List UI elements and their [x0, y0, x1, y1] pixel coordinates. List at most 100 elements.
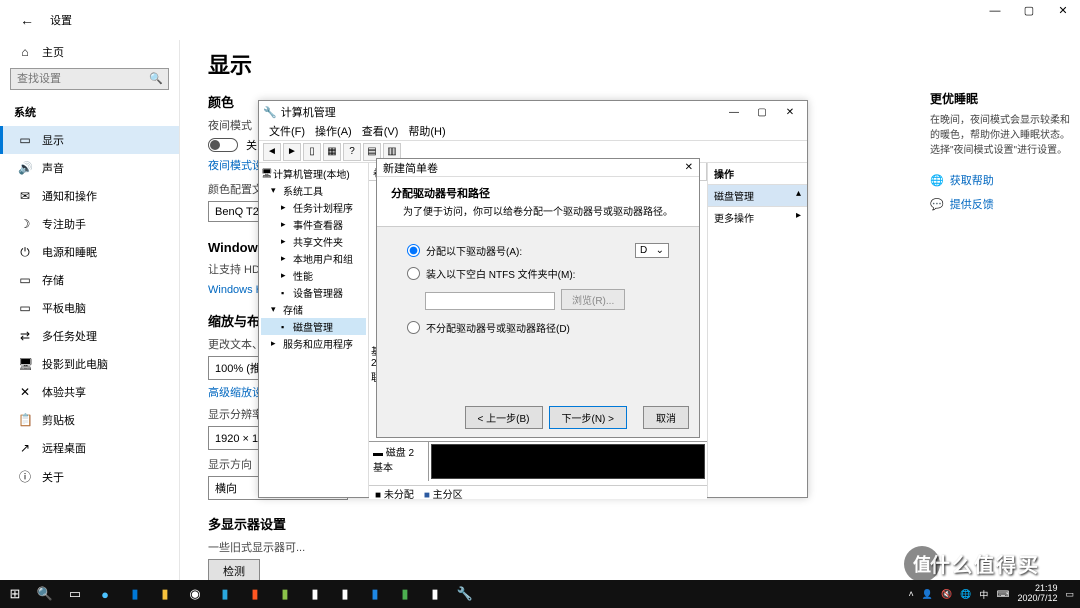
sidebar-item-remote[interactable]: ↗远程桌面 [0, 434, 179, 462]
minimize-button[interactable]: — [721, 107, 747, 118]
tb-back[interactable]: ◄ [263, 143, 281, 161]
sidebar-item-display[interactable]: ▭显示 [0, 126, 179, 154]
notification-icon[interactable]: ▭ [1065, 589, 1074, 600]
sidebar-item-about[interactable]: ⓘ关于 [0, 462, 179, 491]
sidebar-item-focus[interactable]: ☽专注助手 [0, 210, 179, 238]
search-icon[interactable]: 🔍 [30, 580, 60, 608]
tree-root[interactable]: 🖥计算机管理(本地) [261, 165, 366, 182]
search-input[interactable] [10, 68, 169, 90]
tb-up[interactable]: ▯ [303, 143, 321, 161]
tb-refresh[interactable]: ? [343, 143, 361, 161]
app4-icon[interactable]: ▮ [300, 580, 330, 608]
tray-ime-icon[interactable]: 中 [979, 588, 988, 601]
tb-prop[interactable]: ▦ [323, 143, 341, 161]
sidebar-item-share[interactable]: ✕体验共享 [0, 378, 179, 406]
sidebar-item-sound[interactable]: 🔊声音 [0, 154, 179, 182]
app8-icon[interactable]: ▮ [420, 580, 450, 608]
menu-help[interactable]: 帮助(H) [404, 123, 449, 140]
taskbar-clock[interactable]: 21:19 2020/7/12 [1017, 584, 1057, 604]
mgmt-taskbar-icon[interactable]: 🔧 [450, 580, 480, 608]
actions-header: 操作 [708, 163, 807, 185]
mgmt-tree: 🖥计算机管理(本地) ▾系统工具 ▸任务计划程序 ▸事件查看器 ▸共享文件夹 ▸… [259, 163, 369, 497]
option-no-assign[interactable]: 不分配驱动器号或驱动器路径(D) [407, 320, 669, 335]
explorer-icon[interactable]: ▮ [150, 580, 180, 608]
chevron-right-icon: ▸ [796, 210, 801, 225]
disk-partition-bar[interactable] [431, 444, 705, 479]
tree-event[interactable]: ▸事件查看器 [261, 216, 366, 233]
start-button[interactable]: ⊞ [0, 580, 30, 608]
app2-icon[interactable]: ▮ [240, 580, 270, 608]
mgmt-icon: 🔧 [263, 106, 277, 119]
radio-mount[interactable] [407, 267, 420, 280]
actions-selected[interactable]: 磁盘管理▴ [708, 185, 807, 207]
tray-network-icon[interactable]: 🌐 [960, 589, 971, 600]
actions-more[interactable]: 更多操作▸ [708, 207, 807, 228]
help-link[interactable]: 🌐获取帮助 [930, 172, 1070, 188]
tray-volume-icon[interactable]: 🔇 [941, 589, 952, 600]
option-assign-letter[interactable]: 分配以下驱动器号(A): D⌄ [407, 243, 669, 258]
next-button[interactable]: 下一步(N) > [549, 406, 628, 429]
tree-diskmgmt[interactable]: ▪磁盘管理 [261, 318, 366, 335]
app-icon[interactable]: ▮ [210, 580, 240, 608]
sidebar-item-clipboard[interactable]: 📋剪贴板 [0, 406, 179, 434]
sidebar-item-notifications[interactable]: ✉通知和操作 [0, 182, 179, 210]
detect-button[interactable]: 检测 [208, 559, 260, 580]
tree-task[interactable]: ▸任务计划程序 [261, 199, 366, 216]
terminal-icon[interactable]: ▮ [120, 580, 150, 608]
actions-pane: 操作 磁盘管理▴ 更多操作▸ [707, 163, 807, 497]
sidebar-item-storage[interactable]: ▭存储 [0, 266, 179, 294]
menu-file[interactable]: 文件(F) [265, 123, 309, 140]
cancel-button[interactable]: 取消 [643, 406, 689, 429]
taskview-icon[interactable]: ▭ [60, 580, 90, 608]
mgmt-title-text: 计算机管理 [281, 104, 336, 120]
maximize-button[interactable]: ▢ [749, 107, 775, 118]
tree-services[interactable]: ▸服务和应用程序 [261, 335, 366, 352]
tb-fwd[interactable]: ► [283, 143, 301, 161]
storage-icon: ▭ [18, 273, 32, 287]
radio-none[interactable] [407, 321, 420, 334]
feedback-link[interactable]: 💬提供反馈 [930, 196, 1070, 212]
power-icon: ⏻ [18, 245, 32, 260]
app5-icon[interactable]: ▮ [330, 580, 360, 608]
back-icon[interactable]: ← [20, 12, 34, 28]
app3-icon[interactable]: ▮ [270, 580, 300, 608]
drive-letter-select[interactable]: D⌄ [635, 243, 669, 258]
menu-view[interactable]: 查看(V) [358, 123, 403, 140]
close-icon[interactable]: ✕ [685, 162, 693, 173]
tree-devmgr[interactable]: ▪设备管理器 [261, 284, 366, 301]
tree-storage[interactable]: ▾存储 [261, 301, 366, 318]
tree-share[interactable]: ▸共享文件夹 [261, 233, 366, 250]
app7-icon[interactable]: ▮ [390, 580, 420, 608]
wizard-body: 分配以下驱动器号(A): D⌄ 装入以下空白 NTFS 文件夹中(M): 浏览(… [377, 227, 699, 359]
browse-button[interactable]: 浏览(R)... [561, 289, 625, 310]
tree-systools[interactable]: ▾系统工具 [261, 182, 366, 199]
option-mount-folder[interactable]: 装入以下空白 NTFS 文件夹中(M): [407, 266, 669, 281]
maximize-button[interactable]: ▢ [1012, 0, 1046, 24]
edge-icon[interactable]: ● [90, 580, 120, 608]
toggle-switch[interactable] [208, 138, 238, 152]
tray-keyboard-icon[interactable]: ⌨ [996, 589, 1009, 600]
mount-path-input[interactable] [425, 292, 555, 310]
sidebar-item-tablet[interactable]: ▭平板电脑 [0, 294, 179, 322]
taskbar-right: ˄ 👤 🔇 🌐 中 ⌨ 21:19 2020/7/12 ▭ [909, 584, 1080, 604]
tree-users[interactable]: ▸本地用户和组 [261, 250, 366, 267]
menu-action[interactable]: 操作(A) [311, 123, 356, 140]
home-link[interactable]: ⌂主页 [0, 40, 179, 68]
tray-people-icon[interactable]: 👤 [922, 589, 933, 600]
disk-row[interactable]: ▬ 磁盘 2 基本 [369, 441, 707, 481]
tray-chevron-icon[interactable]: ˄ [909, 589, 914, 599]
minimize-button[interactable]: — [978, 0, 1012, 24]
home-icon: ⌂ [18, 45, 32, 59]
settings-search[interactable]: 🔍 [10, 68, 169, 90]
close-button[interactable]: ✕ [1046, 0, 1080, 24]
sidebar-item-multitask[interactable]: ⇄多任务处理 [0, 322, 179, 350]
sidebar-item-project[interactable]: 🖥投影到此电脑 [0, 350, 179, 378]
app6-icon[interactable]: ▮ [360, 580, 390, 608]
chrome-icon[interactable]: ◉ [180, 580, 210, 608]
back-button[interactable]: < 上一步(B) [465, 406, 543, 429]
sidebar-item-power[interactable]: ⏻电源和睡眠 [0, 238, 179, 266]
radio-assign[interactable] [407, 244, 420, 257]
watermark-text: 什么值得买 [930, 549, 1040, 578]
tree-perf[interactable]: ▸性能 [261, 267, 366, 284]
close-button[interactable]: ✕ [777, 107, 803, 118]
